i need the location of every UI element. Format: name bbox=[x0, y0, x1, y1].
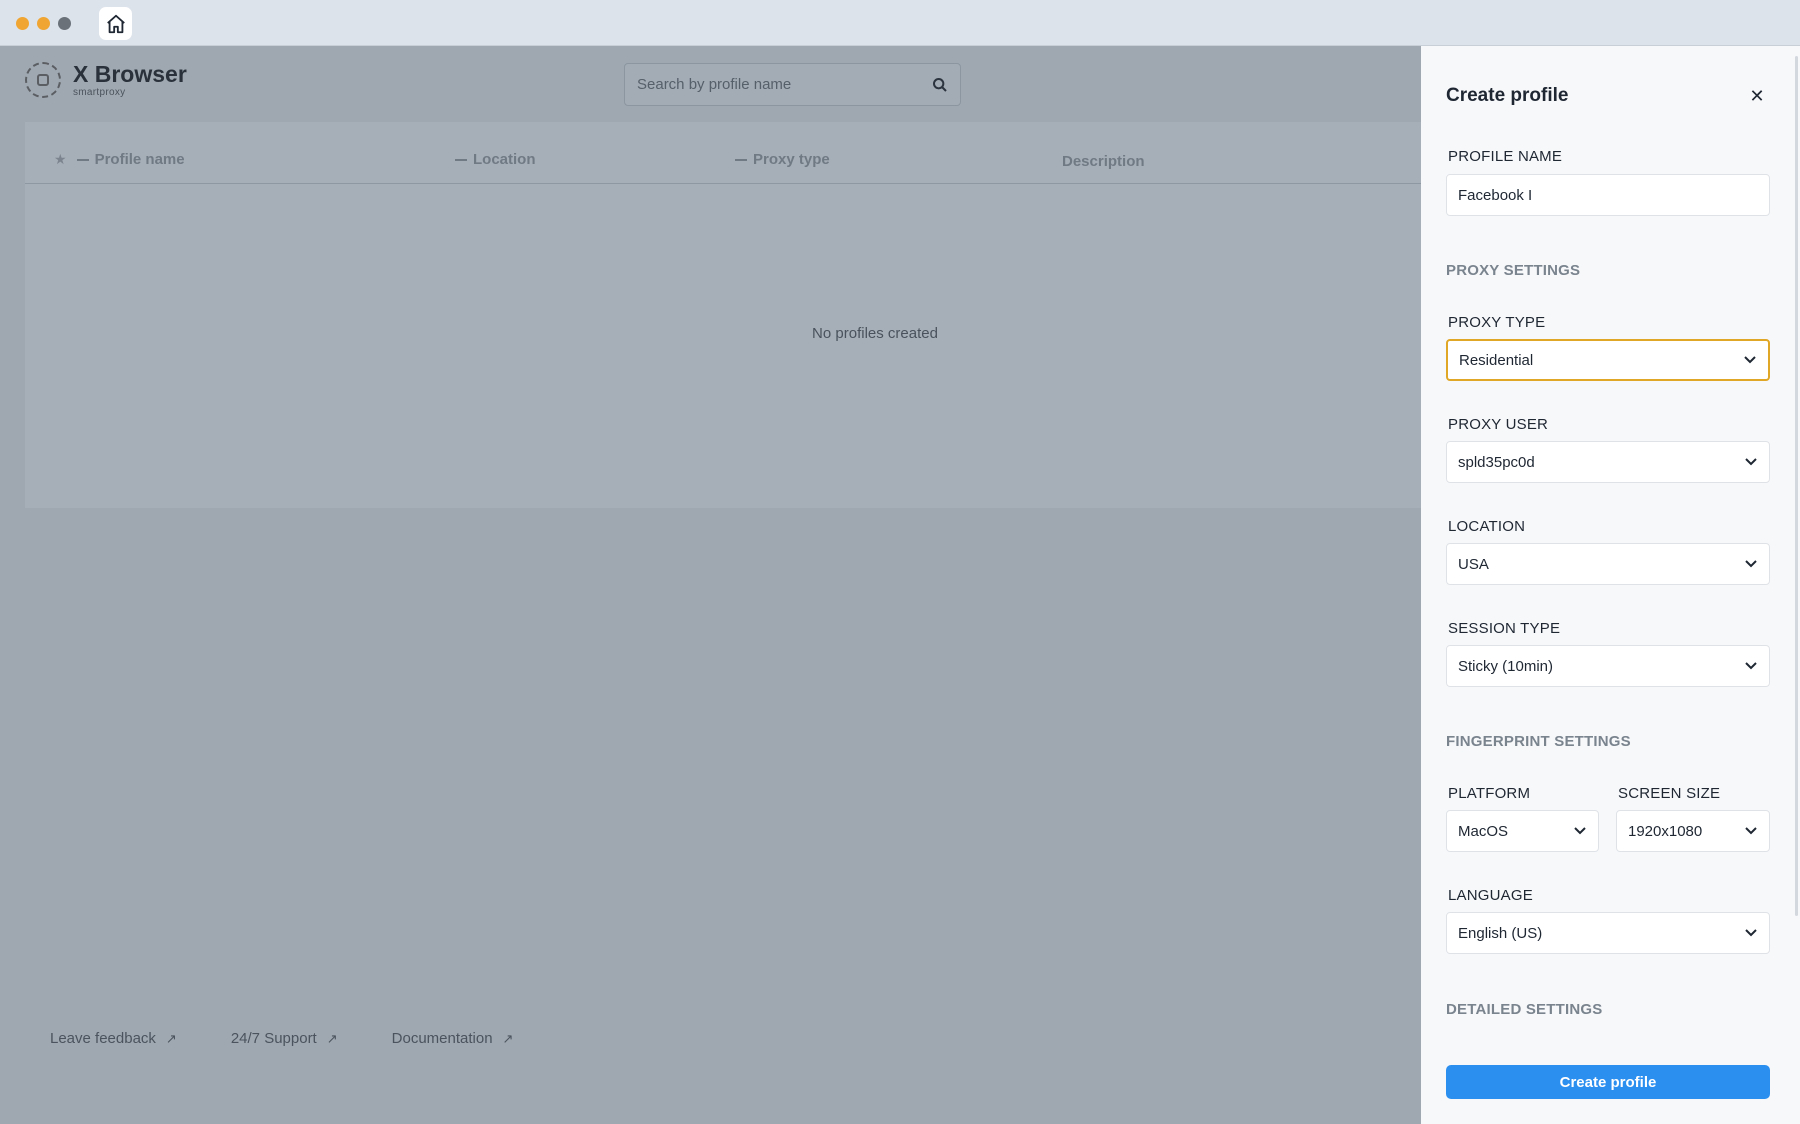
star-icon: ★ bbox=[54, 151, 67, 167]
screen-size-label: SCREEN SIZE bbox=[1618, 785, 1721, 802]
detailed-settings-title[interactable]: DETAILED SETTINGS bbox=[1446, 1001, 1602, 1018]
leave-feedback-link[interactable]: Leave feedback ↗ bbox=[50, 1030, 177, 1047]
app-title: X Browser bbox=[73, 61, 187, 87]
profile-name-label: PROFILE NAME bbox=[1448, 148, 1563, 165]
platform-value: MacOS bbox=[1458, 822, 1509, 840]
chevron-down-icon bbox=[1744, 926, 1758, 940]
column-description: Description bbox=[1062, 153, 1145, 170]
session-type-value: Sticky (10min) bbox=[1458, 657, 1554, 675]
screen-size-select[interactable]: 1920x1080 bbox=[1616, 810, 1770, 852]
favorite-column-header[interactable]: ★ Profile name bbox=[54, 151, 185, 168]
home-icon bbox=[106, 14, 125, 33]
close-panel-button[interactable]: ✕ bbox=[1747, 86, 1767, 106]
support-link[interactable]: 24/7 Support ↗ bbox=[231, 1030, 338, 1047]
proxy-user-value: spld35pc0d bbox=[1458, 453, 1535, 471]
fingerprint-settings-title: FINGERPRINT SETTINGS bbox=[1446, 733, 1631, 750]
search-input[interactable] bbox=[637, 76, 932, 93]
external-link-icon: ↗ bbox=[502, 1030, 514, 1046]
minimize-window-button[interactable] bbox=[37, 17, 50, 30]
column-profile-name[interactable]: Profile name bbox=[95, 151, 185, 168]
platform-label: PLATFORM bbox=[1448, 785, 1531, 802]
column-proxy-type[interactable]: Proxy type bbox=[753, 151, 830, 168]
chevron-down-icon bbox=[1744, 557, 1758, 571]
close-window-button[interactable] bbox=[16, 17, 29, 30]
chevron-down-icon bbox=[1744, 659, 1758, 673]
profile-name-value: Facebook I bbox=[1458, 186, 1533, 204]
language-label: LANGUAGE bbox=[1448, 887, 1533, 904]
close-icon: ✕ bbox=[1749, 85, 1765, 106]
external-link-icon: ↗ bbox=[326, 1030, 338, 1046]
maximize-window-button[interactable] bbox=[58, 17, 71, 30]
chevron-down-icon bbox=[1573, 824, 1587, 838]
proxy-settings-title: PROXY SETTINGS bbox=[1446, 262, 1581, 279]
chevron-down-icon bbox=[1743, 353, 1757, 367]
platform-select[interactable]: MacOS bbox=[1446, 810, 1599, 852]
logo-mark-icon bbox=[25, 62, 61, 98]
language-value: English (US) bbox=[1458, 924, 1543, 942]
proxy-user-select[interactable]: spld35pc0d bbox=[1446, 441, 1770, 483]
panel-scrollbar[interactable] bbox=[1795, 56, 1798, 916]
footer-links: Leave feedback ↗ 24/7 Support ↗ Document… bbox=[50, 1030, 567, 1047]
home-button[interactable] bbox=[99, 7, 132, 40]
documentation-link[interactable]: Documentation ↗ bbox=[392, 1030, 514, 1047]
proxy-type-select[interactable]: Residential bbox=[1446, 339, 1770, 381]
app-subtitle: smartproxy bbox=[73, 87, 126, 98]
create-profile-button[interactable]: Create profile bbox=[1446, 1065, 1770, 1099]
leave-feedback-label: Leave feedback bbox=[50, 1030, 156, 1047]
chevron-down-icon bbox=[1744, 824, 1758, 838]
chevron-down-icon bbox=[1744, 455, 1758, 469]
app-logo: X Browser smartproxy bbox=[25, 62, 187, 98]
proxy-type-value: Residential bbox=[1459, 351, 1534, 369]
column-proxy-type-header[interactable]: Proxy type bbox=[735, 151, 830, 168]
column-description-header: Description bbox=[1062, 153, 1145, 170]
language-select[interactable]: English (US) bbox=[1446, 912, 1770, 954]
proxy-user-label: PROXY USER bbox=[1448, 416, 1549, 433]
search-icon[interactable] bbox=[932, 77, 948, 93]
screen-size-value: 1920x1080 bbox=[1628, 822, 1703, 840]
panel-title: Create profile bbox=[1446, 85, 1569, 106]
app-main: X Browser smartproxy ★ Profile name Loca… bbox=[0, 46, 1421, 1124]
external-link-icon: ↗ bbox=[165, 1030, 177, 1046]
location-value: USA bbox=[1458, 555, 1489, 573]
window-titlebar bbox=[0, 0, 1800, 46]
column-location[interactable]: Location bbox=[473, 151, 536, 168]
documentation-label: Documentation bbox=[391, 1030, 493, 1047]
location-select[interactable]: USA bbox=[1446, 543, 1770, 585]
profile-name-field[interactable]: Facebook I bbox=[1446, 174, 1770, 216]
support-label: 24/7 Support bbox=[230, 1030, 317, 1047]
search-box bbox=[624, 63, 961, 106]
table-header: ★ Profile name Location Proxy type Descr… bbox=[25, 122, 1421, 184]
proxy-type-label: PROXY TYPE bbox=[1448, 314, 1546, 331]
session-type-select[interactable]: Sticky (10min) bbox=[1446, 645, 1770, 687]
profiles-table: ★ Profile name Location Proxy type Descr… bbox=[25, 122, 1421, 508]
session-type-label: SESSION TYPE bbox=[1448, 620, 1561, 637]
column-location-header[interactable]: Location bbox=[455, 151, 536, 168]
location-label: LOCATION bbox=[1448, 518, 1526, 535]
